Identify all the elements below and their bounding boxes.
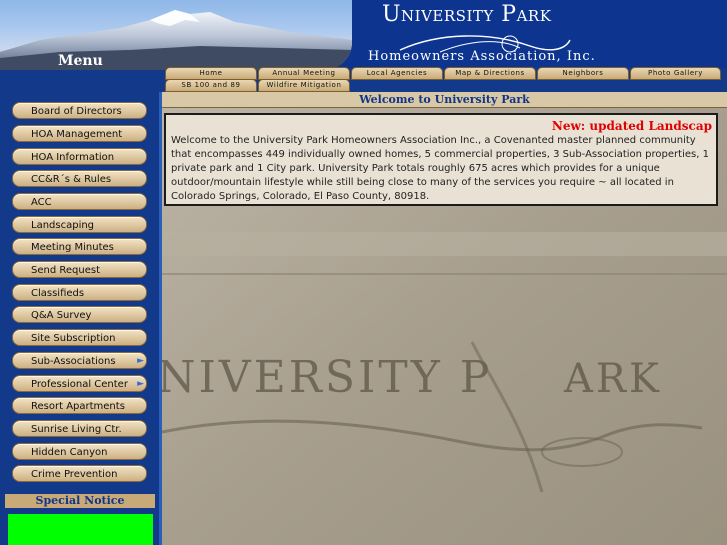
sidebar-item-label: CC&R´s & Rules xyxy=(31,174,112,185)
sidebar-item-professional-center[interactable]: Professional Center ► xyxy=(12,375,147,392)
sidebar-item-landscaping[interactable]: Landscaping xyxy=(12,216,147,233)
sidebar-item-hidden-canyon[interactable]: Hidden Canyon xyxy=(12,443,147,460)
nav-tab-photo-gallery[interactable]: Photo Gallery xyxy=(630,67,721,80)
site-subtitle: Homeowners Association, Inc. xyxy=(368,49,596,64)
svg-text:ARK: ARK xyxy=(563,356,662,402)
sidebar-item-send-request[interactable]: Send Request xyxy=(12,261,147,278)
sidebar-item-sub-associations[interactable]: Sub-Associations ► xyxy=(12,352,147,369)
sidebar-item-resort-apartments[interactable]: Resort Apartments xyxy=(12,397,147,414)
welcome-text: Welcome to the University Park Homeowner… xyxy=(171,135,709,202)
sidebar-item-label: ACC xyxy=(31,197,52,208)
sidebar-item-label: Board of Directors xyxy=(31,106,122,117)
nav-tab-local-agencies[interactable]: Local Agencies xyxy=(351,67,443,80)
sidebar-item-sunrise-living[interactable]: Sunrise Living Ctr. xyxy=(12,420,147,437)
sidebar-item-site-subscription[interactable]: Site Subscription xyxy=(12,329,147,346)
special-notice-box xyxy=(8,514,153,545)
welcome-box: New: updated Landscap Welcome to the Uni… xyxy=(164,113,718,206)
mountain-image xyxy=(0,10,352,70)
special-notice-title: Special Notice xyxy=(5,494,155,508)
nav-tab-neighbors[interactable]: Neighbors xyxy=(537,67,629,80)
nav-tab-wildfire-mitigation[interactable]: Wildfire Mitigation xyxy=(258,79,350,92)
sidebar-item-label: Sub-Associations xyxy=(31,356,116,367)
sidebar-item-crime-prevention[interactable]: Crime Prevention xyxy=(12,465,147,482)
mountain-banner: Menu xyxy=(0,0,352,70)
sidebar-item-label: Landscaping xyxy=(31,220,95,231)
sidebar-item-label: Send Request xyxy=(31,265,100,276)
sidebar-item-label: HOA Information xyxy=(31,152,115,163)
sidebar-item-label: Meeting Minutes xyxy=(31,242,114,253)
sidebar-item-label: Site Subscription xyxy=(31,333,116,344)
header: Menu University Park Homeowners Associat… xyxy=(0,0,727,70)
submenu-arrow-icon: ► xyxy=(137,356,144,366)
sidebar-item-label: Professional Center xyxy=(31,379,128,390)
sidebar-item-hoa-management[interactable]: HOA Management xyxy=(12,125,147,142)
sidebar-item-qa-survey[interactable]: Q&A Survey xyxy=(12,306,147,323)
sidebar-item-classifieds[interactable]: Classifieds xyxy=(12,284,147,301)
nav-tab-map-directions[interactable]: Map & Directions xyxy=(444,67,536,80)
menu-label: Menu xyxy=(58,53,103,69)
sidebar-item-label: Hidden Canyon xyxy=(31,447,108,458)
sidebar-item-label: HOA Management xyxy=(31,129,123,140)
main-content: NIVERSITY P ARK Welcome to University Pa… xyxy=(162,92,727,545)
nav-tab-sb-100-89[interactable]: SB 100 and 89 xyxy=(165,79,257,92)
svg-text:NIVERSITY P: NIVERSITY P xyxy=(162,352,492,403)
sidebar-item-ccrs-rules[interactable]: CC&R´s & Rules xyxy=(12,170,147,187)
submenu-arrow-icon: ► xyxy=(137,379,144,389)
page: Menu University Park Homeowners Associat… xyxy=(0,0,727,545)
sidebar-item-label: Classifieds xyxy=(31,288,85,299)
news-marquee[interactable]: New: updated Landscap xyxy=(552,119,712,133)
sidebar-item-hoa-information[interactable]: HOA Information xyxy=(12,148,147,165)
sidebar-item-label: Crime Prevention xyxy=(31,469,118,480)
site-title: University Park xyxy=(382,2,552,27)
sidebar-item-meeting-minutes[interactable]: Meeting Minutes xyxy=(12,238,147,255)
sidebar-item-label: Sunrise Living Ctr. xyxy=(31,424,122,435)
sidebar-item-acc[interactable]: ACC xyxy=(12,193,147,210)
sidebar-item-label: Q&A Survey xyxy=(31,310,92,321)
sidebar-item-label: Resort Apartments xyxy=(31,401,125,412)
sidebar: Board of Directors HOA Management HOA In… xyxy=(0,92,162,545)
sidebar-item-board-of-directors[interactable]: Board of Directors xyxy=(12,102,147,119)
welcome-title: Welcome to University Park xyxy=(162,92,727,108)
